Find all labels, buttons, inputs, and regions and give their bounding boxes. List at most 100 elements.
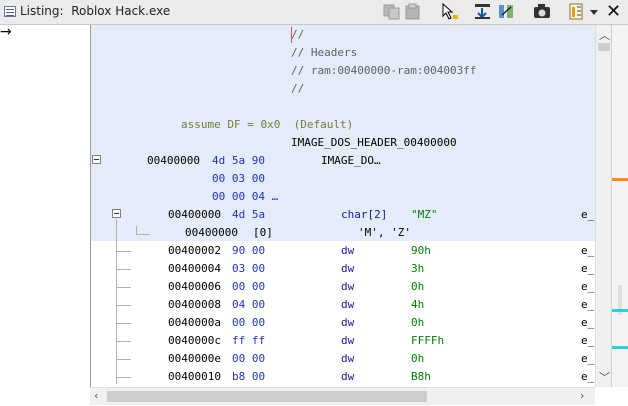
mnemonic[interactable]: dw — [341, 298, 354, 312]
field-name-truncated[interactable]: e_ — [581, 334, 594, 348]
window-title-file: Roblox Hack.exe — [71, 4, 171, 18]
current-location-arrow-icon: → — [0, 24, 12, 40]
field-name-truncated[interactable]: e_ — [581, 280, 594, 294]
bytes: b8 00 — [232, 370, 266, 383]
bytes: [0] — [253, 226, 273, 239]
tree-line — [136, 234, 150, 235]
mnemonic[interactable]: dw — [341, 334, 354, 348]
operand[interactable]: 3h — [411, 262, 424, 276]
operand[interactable]: FFFFh — [411, 334, 444, 348]
scroll-up-icon[interactable]: ︿ — [599, 27, 610, 43]
listing-view[interactable]: // // Headers // ram:00400000-ram:004003… — [90, 25, 596, 387]
mnemonic[interactable]: dw — [341, 352, 354, 366]
scroll-right-icon[interactable]: › — [580, 389, 584, 402]
comment-line: // — [291, 28, 305, 41]
tree-branch — [117, 377, 131, 378]
tree-branch — [117, 323, 131, 324]
operand[interactable]: 0h — [411, 352, 424, 366]
bytes: ff ff — [232, 334, 266, 347]
field-name-truncated[interactable]: e_ — [581, 370, 594, 384]
scroll-left-icon[interactable]: ‹ — [94, 389, 98, 402]
field-view-icon[interactable] — [473, 3, 493, 20]
operand[interactable]: 90h — [411, 244, 431, 258]
collapse-toggle-icon[interactable] — [112, 209, 121, 218]
overview-bar[interactable] — [611, 25, 628, 387]
dropdown-icon[interactable] — [588, 3, 600, 20]
bytes: 00 00 — [232, 316, 266, 329]
operand[interactable]: 4h — [411, 298, 424, 312]
bytes: 03 00 — [232, 262, 266, 275]
tree-branch — [117, 269, 131, 270]
bytes: 04 00 — [232, 298, 266, 311]
toggle-view-icon[interactable] — [497, 3, 517, 20]
comment-line: // ram:00400000-ram:004003ff — [291, 64, 477, 77]
bytes: 00 00 — [232, 280, 266, 293]
assume-note: (Default) — [293, 118, 354, 131]
bytes: 00 00 04 … — [212, 190, 279, 203]
mnemonic[interactable]: char[2] — [341, 208, 387, 222]
field-name-truncated[interactable]: e_ — [581, 244, 594, 258]
field-name-truncated[interactable]: e_ — [581, 298, 594, 312]
address[interactable]: 00400004 — [168, 262, 221, 276]
address[interactable]: 0040000a — [168, 316, 221, 330]
mnemonic[interactable]: dw — [341, 262, 354, 276]
address[interactable]: 00400006 — [168, 280, 221, 294]
copy-icon[interactable] — [383, 3, 401, 20]
bytes: 00 03 00 — [212, 172, 265, 185]
left-margin — [0, 25, 17, 406]
snapshot-icon[interactable] — [532, 3, 552, 20]
tree-branch — [117, 305, 131, 306]
scroll-thumb[interactable] — [598, 43, 610, 51]
address[interactable]: 00400000 — [147, 154, 200, 168]
mnemonic[interactable]: dw — [341, 280, 354, 294]
field-name-truncated[interactable]: e_ — [581, 352, 594, 366]
bytes: 4d 5a — [232, 208, 266, 221]
address[interactable]: 00400002 — [168, 244, 221, 258]
field-name-truncated[interactable]: e_ — [581, 208, 594, 222]
scroll-down-icon[interactable]: ﹀ — [599, 369, 610, 385]
window-title-prefix: Listing: — [20, 4, 64, 18]
paste-icon[interactable] — [404, 3, 422, 20]
tree-branch — [117, 359, 131, 360]
address[interactable]: 0040000e — [168, 352, 221, 366]
comment-line: // — [291, 82, 305, 95]
edit-fields-icon[interactable] — [567, 3, 587, 20]
horizontal-scrollbar[interactable]: ‹ › — [90, 387, 595, 405]
collapse-toggle-icon[interactable] — [92, 155, 101, 164]
tree-branch — [117, 287, 131, 288]
comment-line: // Headers — [291, 46, 358, 59]
window-titlebar: Listing: Roblox Hack.exe ✕ — [0, 0, 628, 25]
bytes: 4d 5a 90 — [212, 154, 265, 167]
address[interactable]: 00400010 — [168, 370, 221, 384]
field-name-truncated[interactable]: e_ — [581, 262, 594, 276]
address[interactable]: 00400008 — [168, 298, 221, 312]
operand[interactable]: B8h — [411, 370, 431, 384]
assume-directive: assume DF = 0x0 (Default) — [181, 118, 353, 132]
operand[interactable]: 0h — [411, 316, 424, 330]
header-label[interactable]: IMAGE_DOS_HEADER_00400000 — [291, 136, 457, 150]
mnemonic[interactable]: dw — [341, 244, 354, 258]
vertical-scrollbar[interactable]: ︿ ﹀ — [595, 25, 612, 387]
struct-name[interactable]: IMAGE_DO… — [321, 154, 381, 168]
field-name-truncated[interactable]: e_ — [581, 316, 594, 330]
bytes: 00 00 — [232, 352, 266, 365]
operand[interactable]: "MZ" — [411, 208, 438, 222]
mnemonic[interactable]: dw — [341, 316, 354, 330]
overview-marker — [612, 178, 628, 181]
mnemonic[interactable]: dw — [341, 370, 354, 384]
window-title: Listing: Roblox Hack.exe — [20, 4, 170, 18]
listing-gutter — [17, 25, 91, 387]
operand[interactable]: 0h — [411, 280, 424, 294]
overview-marker — [612, 346, 628, 349]
address[interactable]: 00400000 — [168, 208, 221, 222]
tree-branch — [117, 251, 131, 252]
address[interactable]: 0040000c — [168, 334, 221, 348]
address[interactable]: 00400000 — [185, 226, 238, 240]
operand[interactable]: 'M', 'Z' — [358, 226, 411, 240]
tree-branch — [117, 341, 131, 342]
scroll-thumb[interactable] — [107, 391, 427, 402]
cursor-select-icon[interactable] — [440, 3, 460, 20]
assume-text: assume DF = 0x0 — [181, 118, 281, 131]
overview-marker — [612, 309, 628, 312]
close-icon[interactable]: ✕ — [606, 0, 621, 24]
